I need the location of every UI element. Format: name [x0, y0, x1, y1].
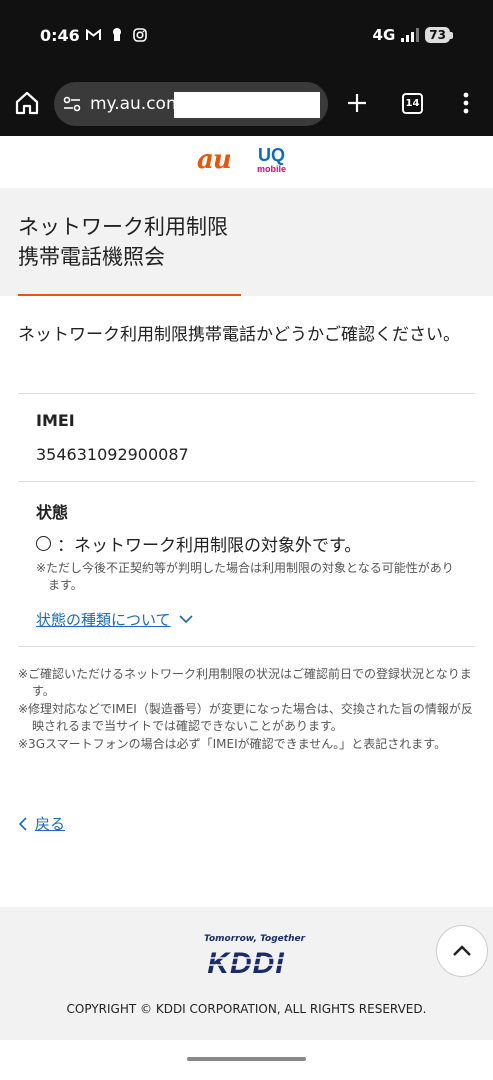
keyhole-icon — [109, 27, 124, 42]
url-text: my.au.com — [90, 94, 183, 114]
signal-icon — [401, 28, 420, 42]
instagram-icon — [132, 27, 147, 42]
tab-switcher-button[interactable]: 14 — [402, 93, 423, 114]
gmail-icon — [86, 27, 101, 42]
scroll-to-top-button[interactable] — [436, 925, 488, 977]
footer: Tomorrow, Together KDDI COPYRIGHT © KDDI… — [0, 907, 493, 1040]
address-bar[interactable]: my.au.com — [54, 82, 328, 126]
note-item: ※ご確認いただけるネットワーク利用制限の状況はご確認前日での登録状況となります。 — [18, 667, 472, 698]
browser-toolbar: my.au.com 14 — [0, 72, 493, 136]
more-menu-icon[interactable] — [460, 91, 472, 115]
page-title-line1: ネットワーク利用制限 — [18, 215, 228, 239]
note-item: ※3Gスマートフォンの場合は必ず「IMEIが確認できません。」と表記されます。 — [18, 737, 447, 751]
back-link[interactable]: 戻る — [18, 813, 65, 834]
status-text: ：ネットワーク利用制限の対象外です。 — [57, 536, 362, 556]
url-redaction — [174, 92, 320, 118]
uq-logo-text: UQ — [258, 145, 285, 165]
status-bar: 0:46 4G 73 — [0, 0, 493, 72]
notification-icons — [86, 27, 147, 42]
brand-header: au UQ mobile — [0, 136, 493, 188]
divider — [18, 481, 475, 482]
status-right: 4G 73 — [373, 26, 453, 44]
imei-label: IMEI — [36, 411, 75, 430]
network-type: 4G — [372, 26, 396, 44]
status-result: ：ネットワーク利用制限の対象外です。 — [36, 531, 361, 556]
uq-mobile-logo[interactable]: UQ mobile — [257, 146, 286, 174]
battery-icon: 73 — [425, 27, 453, 43]
page-title-band: ネットワーク利用制限 携帯電話機照会 — [0, 188, 493, 296]
notes-list: ※ご確認いただけるネットワーク利用制限の状況はご確認前日での登録状況となります。… — [18, 666, 474, 754]
battery-level: 73 — [425, 27, 450, 43]
au-logo[interactable]: au — [197, 145, 232, 175]
chevron-down-icon — [178, 615, 193, 624]
lead-text: ネットワーク利用制限携帯電話かどうかご確認ください。 — [18, 325, 460, 345]
copyright: COPYRIGHT © KDDI CORPORATION, ALL RIGHTS… — [66, 1002, 427, 1016]
page-title: ネットワーク利用制限 携帯電話機照会 — [18, 212, 228, 272]
status-time: 0:46 — [40, 26, 80, 45]
note-item: ※修理対応などでIMEI（製造番号）が変更になった場合は、交換された旨の情報が反… — [18, 702, 473, 733]
site-settings-icon[interactable] — [62, 94, 82, 114]
status-label: 状態 — [36, 503, 69, 522]
new-tab-icon[interactable] — [346, 92, 368, 114]
circle-mark-icon — [36, 536, 51, 551]
kddi-logo-text: KDDI — [207, 947, 284, 977]
chevron-up-icon — [453, 945, 471, 956]
back-label: 戻る — [35, 815, 66, 833]
kddi-tagline: Tomorrow, Together — [204, 934, 306, 944]
divider — [18, 646, 475, 647]
gesture-handle[interactable] — [187, 1057, 306, 1061]
status-types-link[interactable]: 状態の種類について — [36, 609, 193, 630]
chevron-left-icon — [18, 816, 27, 831]
uq-logo-sub: mobile — [257, 164, 287, 174]
system-nav-area — [0, 1040, 493, 1080]
divider — [18, 393, 475, 394]
status-note: ※ただし今後不正契約等が判明した場合は利用制限の対象となる可能性があります。 — [36, 561, 454, 592]
home-icon[interactable] — [14, 90, 40, 116]
kddi-logo[interactable]: KDDI — [198, 947, 294, 977]
imei-value: 354631092900087 — [36, 445, 189, 464]
page-title-line2: 携帯電話機照会 — [18, 245, 165, 269]
title-accent-line — [18, 294, 241, 296]
status-types-label: 状態の種類について — [36, 611, 171, 629]
